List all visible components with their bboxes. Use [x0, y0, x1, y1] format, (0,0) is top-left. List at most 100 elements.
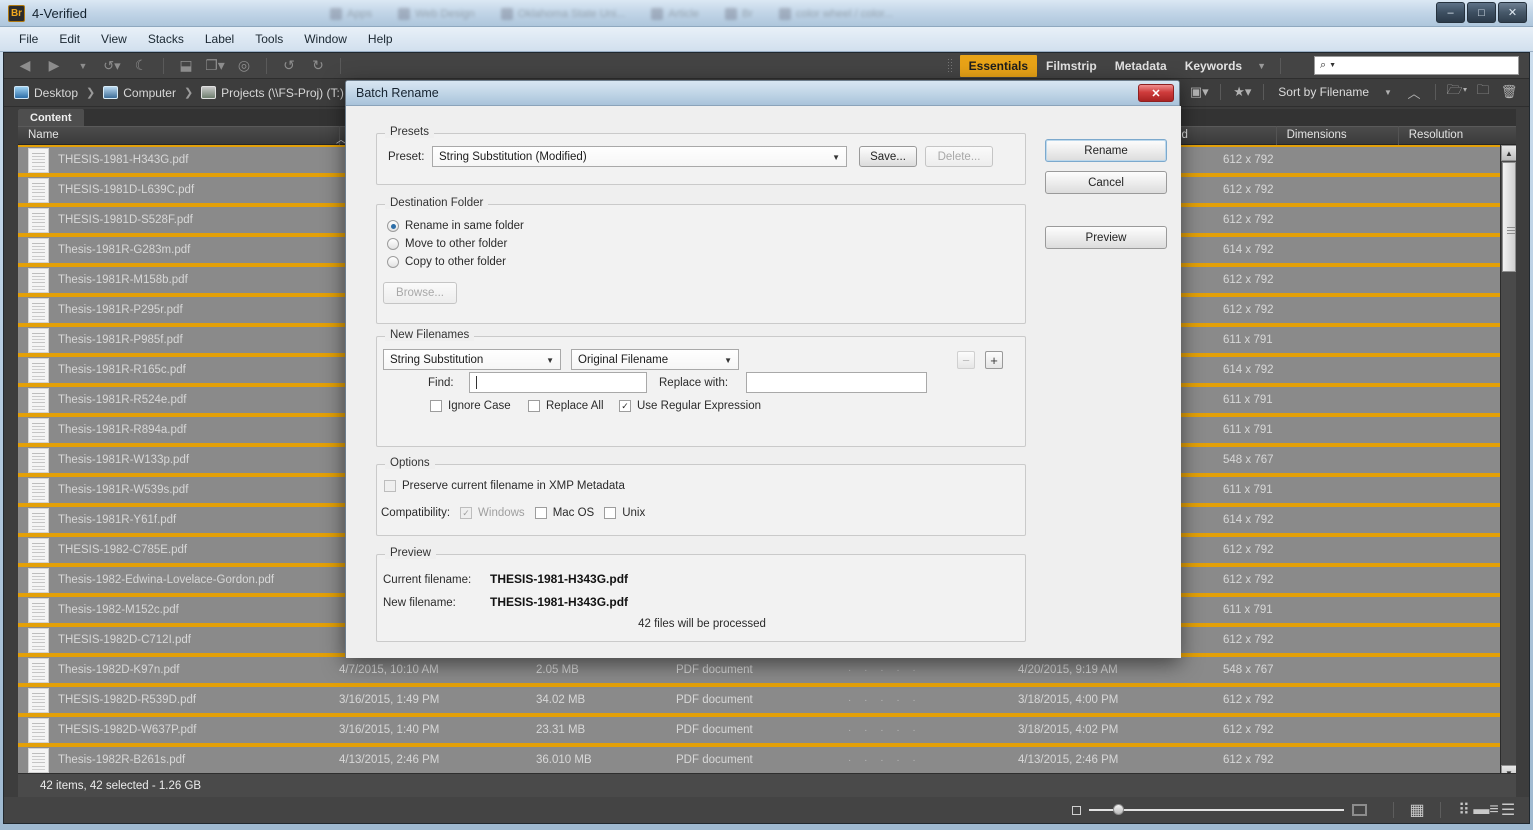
breadcrumb-item-desktop[interactable]: Desktop — [14, 86, 78, 100]
camera-import-icon[interactable]: ⬓ — [173, 56, 199, 76]
copy-stack-icon[interactable]: ❐▾ — [202, 56, 228, 76]
cell-dimensions: 611 x 791 — [1223, 394, 1273, 406]
cell-name: Thesis-1982D-K97n.pdf — [58, 664, 180, 676]
checkbox-ignore-case[interactable]: Ignore Case — [430, 400, 511, 412]
zoom-track[interactable] — [1089, 804, 1344, 815]
forward-arrow-icon[interactable]: ▶ — [41, 56, 67, 76]
radio-move-other-folder[interactable]: Move to other folder — [387, 238, 507, 250]
window-titlebar: Br 4-Verified Apps Web Design Oklahoma S… — [0, 0, 1533, 27]
zoom-out-icon[interactable] — [1072, 805, 1081, 815]
cell-dimensions: 614 x 792 — [1223, 514, 1274, 526]
sort-ascending-icon[interactable]: ︿ — [1402, 82, 1426, 102]
menu-help[interactable]: Help — [359, 29, 402, 49]
replace-with-input[interactable] — [746, 372, 927, 393]
sort-by-label[interactable]: Sort by Filename — [1273, 85, 1374, 99]
checkbox-icon — [528, 400, 540, 412]
chevron-down-icon[interactable]: ▼ — [70, 56, 96, 76]
undo-icon[interactable]: ↺ — [276, 56, 302, 76]
details-view-icon[interactable]: ▬≡ — [1473, 801, 1498, 818]
close-window-button[interactable]: ✕ — [1498, 2, 1527, 23]
menu-file[interactable]: File — [10, 29, 47, 49]
vscroll-thumb[interactable] — [1502, 162, 1516, 272]
new-folder-icon[interactable]: 🗀 — [1471, 82, 1495, 102]
menu-window[interactable]: Window — [295, 29, 356, 49]
menu-label[interactable]: Label — [196, 29, 243, 49]
column-header-name[interactable]: Name — [18, 126, 341, 145]
tab-essentials[interactable]: Essentials — [959, 55, 1038, 77]
preset-dropdown[interactable]: String Substitution (Modified) ▼ — [432, 146, 847, 167]
radio-copy-other-folder[interactable]: Copy to other folder — [387, 256, 506, 268]
checkbox-unix[interactable]: Unix — [604, 507, 645, 519]
menu-tools[interactable]: Tools — [246, 29, 292, 49]
main-toolbar: ◀ ▶ ▼ ↺▾ ☾ ⬓ ❐▾ ◎ ↺ ↻ Essentials Filmstr… — [4, 53, 1529, 79]
new-filenames-fieldset: New Filenames String Substitution ▼ Orig… — [376, 329, 1026, 447]
view-mode-icon[interactable]: ▣▾ — [1187, 82, 1211, 102]
workspace-more-caret-icon[interactable]: ▼ — [1251, 61, 1272, 71]
minimize-button[interactable]: – — [1436, 2, 1465, 23]
radio-icon — [387, 220, 399, 232]
checkbox-preserve-filename-xmp[interactable]: Preserve current filename in XMP Metadat… — [384, 480, 625, 492]
rename-button[interactable]: Rename — [1045, 139, 1167, 162]
dialog-titlebar: Batch Rename ✕ — [346, 81, 1179, 106]
checkbox-icon — [430, 400, 442, 412]
rename-type-dropdown[interactable]: String Substitution ▼ — [383, 349, 561, 370]
cell-type: PDF document — [676, 754, 753, 766]
dialog-close-button[interactable]: ✕ — [1138, 84, 1174, 102]
tab-filmstrip[interactable]: Filmstrip — [1037, 55, 1106, 77]
table-row[interactable]: Thesis-1982D-K97n.pdf 4/7/2015, 10:10 AM 2… — [18, 655, 1516, 685]
search-input[interactable]: ⌕ ▼ — [1314, 56, 1519, 75]
search-dropdown-caret-icon[interactable]: ▼ — [1329, 62, 1336, 69]
options-fieldset: Options Preserve current filename in XMP… — [376, 457, 1026, 536]
cell-size: 36.010 MB — [536, 754, 592, 766]
preview-button[interactable]: Preview — [1045, 226, 1167, 249]
menu-stacks[interactable]: Stacks — [139, 29, 193, 49]
back-arrow-icon[interactable]: ◀ — [12, 56, 38, 76]
chevron-down-icon: ▼ — [546, 356, 554, 365]
cell-name: Thesis-1981R-R894a.pdf — [58, 424, 187, 436]
workspace-grip-icon[interactable] — [946, 58, 952, 74]
thumbnail-view-icon[interactable]: ⠿ — [1453, 802, 1475, 819]
rotate-cw-icon[interactable]: ☾ — [128, 56, 154, 76]
zoom-in-icon[interactable] — [1352, 804, 1367, 816]
menu-view[interactable]: View — [92, 29, 136, 49]
grid-view-icon[interactable]: ▦ — [1406, 802, 1428, 819]
cancel-button[interactable]: Cancel — [1045, 171, 1167, 194]
breadcrumb-item-projects[interactable]: Projects (\\FS-Proj) (T:) — [201, 86, 344, 100]
find-input[interactable] — [469, 372, 647, 393]
column-header-dimensions[interactable]: Dimensions — [1277, 126, 1399, 145]
tab-keywords[interactable]: Keywords — [1176, 55, 1251, 77]
redo-icon[interactable]: ↻ — [305, 56, 331, 76]
save-preset-button[interactable]: Save... — [859, 146, 917, 167]
sort-dropdown-caret-icon[interactable]: ▼ — [1376, 82, 1400, 102]
options-legend: Options — [385, 457, 435, 469]
column-header-resolution[interactable]: Resolution — [1399, 126, 1516, 145]
window-controls[interactable]: – □ ✕ — [1436, 2, 1527, 23]
delete-icon[interactable]: 🗑 — [1497, 82, 1521, 102]
checkbox-use-regular-expression[interactable]: ✓ Use Regular Expression — [619, 400, 761, 412]
checkbox-replace-all[interactable]: Replace All — [528, 400, 604, 412]
table-row[interactable]: THESIS-1982D-W637P.pdf 3/16/2015, 1:40 PM… — [18, 715, 1516, 745]
zoom-knob[interactable] — [1113, 804, 1124, 815]
checkbox-macos[interactable]: Mac OS — [534, 507, 594, 519]
star-filter-icon[interactable]: ★▾ — [1230, 82, 1254, 102]
refresh-icon[interactable]: ◎ — [231, 56, 257, 76]
add-rule-button[interactable]: + — [985, 351, 1003, 369]
compatibility-row: Compatibility: ✓ Windows Mac OS Unix — [381, 507, 645, 519]
list-view-icon[interactable]: ☰ — [1497, 802, 1519, 819]
breadcrumb-item-computer[interactable]: Computer — [103, 86, 176, 100]
chevron-down-icon: ▼ — [832, 153, 840, 162]
vertical-scrollbar[interactable]: ▲▼ — [1500, 145, 1516, 781]
menu-edit[interactable]: Edit — [50, 29, 89, 49]
radio-rename-same-folder[interactable]: Rename in same folder — [387, 220, 524, 232]
scroll-up-button[interactable]: ▲ — [1501, 145, 1516, 161]
tab-metadata[interactable]: Metadata — [1106, 55, 1176, 77]
tab-content[interactable]: Content — [18, 109, 84, 126]
rotate-ccw-icon[interactable]: ↺▾ — [99, 56, 125, 76]
table-row[interactable]: THESIS-1982D-R539D.pdf 3/16/2015, 1:49 PM… — [18, 685, 1516, 715]
open-recent-icon[interactable]: 🗁▾ — [1445, 82, 1469, 102]
thumbnail-zoom-slider[interactable] — [1072, 804, 1367, 816]
cell-dimensions: 548 x 767 — [1223, 454, 1274, 466]
rename-source-dropdown[interactable]: Original Filename ▼ — [571, 349, 739, 370]
table-row[interactable]: Thesis-1982R-B261s.pdf 4/13/2015, 2:46 PM… — [18, 745, 1516, 775]
maximize-button[interactable]: □ — [1467, 2, 1496, 23]
